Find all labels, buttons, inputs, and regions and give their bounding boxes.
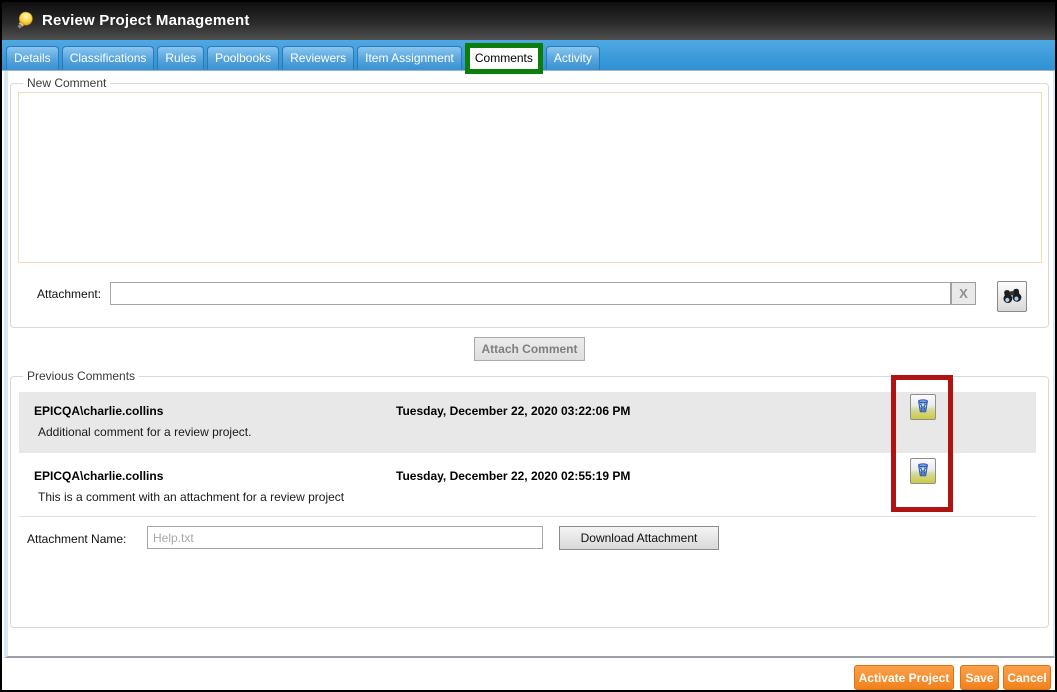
activate-project-button[interactable]: Activate Project	[854, 665, 954, 690]
clear-attachment-button[interactable]: X	[951, 282, 976, 305]
tab-details[interactable]: Details	[6, 46, 59, 70]
tab-bar: Details Classifications Rules Poolbooks …	[2, 40, 1055, 71]
new-comment-textarea[interactable]	[18, 92, 1042, 263]
comment-timestamp: Tuesday, December 22, 2020 03:22:06 PM	[396, 404, 630, 418]
comments-separator	[19, 516, 1036, 517]
tab-item-assignment[interactable]: Item Assignment	[357, 46, 462, 70]
delete-attachment-button[interactable]	[910, 458, 936, 484]
previous-comments-legend: Previous Comments	[23, 369, 139, 383]
comment-timestamp: Tuesday, December 22, 2020 02:55:19 PM	[396, 469, 630, 483]
tab-comments-active-highlighted[interactable]: Comments	[465, 43, 543, 74]
delete-attachment-button[interactable]	[910, 394, 936, 420]
tab-reviewers[interactable]: Reviewers	[282, 46, 354, 70]
attachment-input[interactable]	[110, 282, 951, 305]
comment-row: EPICQA\charlie.collins Tuesday, December…	[19, 392, 1036, 453]
comment-author: EPICQA\charlie.collins	[34, 404, 163, 418]
review-project-management-window: Review Project Management Details Classi…	[0, 0, 1057, 692]
binoculars-icon	[1002, 285, 1022, 308]
cancel-button[interactable]: Cancel	[1003, 665, 1051, 690]
comment-author: EPICQA\charlie.collins	[34, 469, 163, 483]
tab-rules[interactable]: Rules	[157, 46, 204, 70]
attachment-label: Attachment:	[37, 287, 101, 301]
attach-comment-button[interactable]: Attach Comment	[474, 337, 585, 361]
attachment-name-label: Attachment Name:	[27, 532, 126, 546]
save-button[interactable]: Save	[960, 665, 999, 690]
comment-text: Additional comment for a review project.	[38, 425, 251, 439]
new-comment-legend: New Comment	[23, 76, 110, 90]
download-attachment-button[interactable]: Download Attachment	[559, 526, 719, 550]
tab-classifications[interactable]: Classifications	[62, 46, 155, 70]
tab-poolbooks[interactable]: Poolbooks	[207, 46, 279, 70]
tab-activity[interactable]: Activity	[546, 46, 600, 70]
trash-icon	[915, 398, 931, 417]
titlebar: Review Project Management	[2, 2, 1055, 40]
lightbulb-icon	[12, 9, 36, 33]
comment-text: This is a comment with an attachment for…	[38, 490, 344, 504]
browse-attachment-button[interactable]	[997, 281, 1027, 312]
comment-row: EPICQA\charlie.collins Tuesday, December…	[19, 457, 1036, 515]
trash-icon	[915, 462, 931, 481]
window-title: Review Project Management	[42, 2, 250, 40]
attachment-name-input[interactable]	[147, 526, 543, 549]
